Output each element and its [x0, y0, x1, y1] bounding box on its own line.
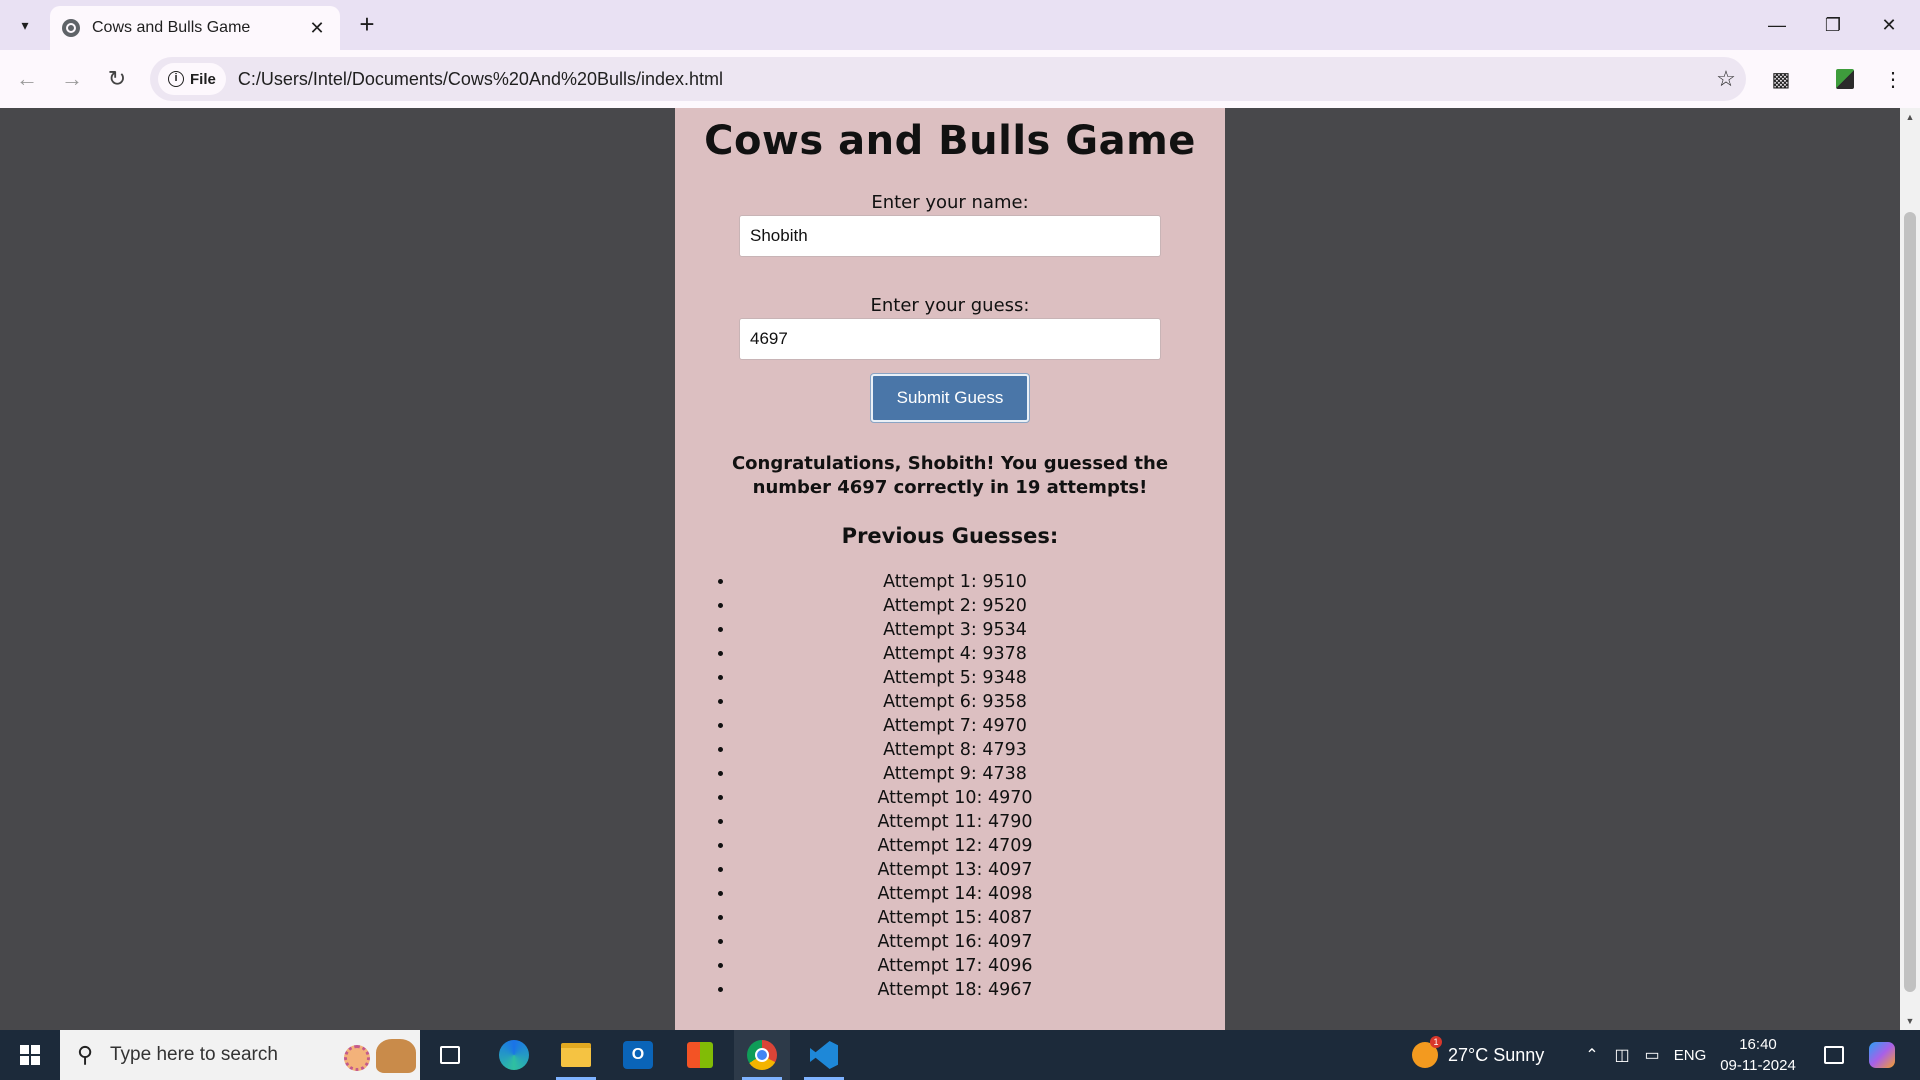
taskbar-outlook[interactable]: O [610, 1030, 666, 1080]
address-bar[interactable]: i File C:/Users/Intel/Documents/Cows%20A… [150, 57, 1746, 101]
copilot-button[interactable] [1862, 1030, 1902, 1080]
chrome-icon [747, 1040, 777, 1070]
guess-label: Enter your guess: [870, 295, 1030, 316]
copilot-icon [1869, 1042, 1895, 1068]
game-container: Cows and Bulls Game Enter your name: Ent… [675, 108, 1225, 1030]
sun-icon: 1 [1412, 1036, 1442, 1068]
attempt-item: Attempt 3: 9534 [735, 618, 1175, 642]
window-close-icon[interactable]: ✕ [1866, 8, 1912, 42]
search-icon: ⚲ [76, 1042, 94, 1067]
bookmark-star-icon[interactable]: ☆ [1706, 66, 1746, 92]
outlook-icon: O [623, 1041, 653, 1069]
taskbar-edge[interactable] [486, 1030, 542, 1080]
notification-icon [1824, 1046, 1844, 1064]
reload-icon[interactable]: ↻ [100, 62, 134, 96]
taskbar-clock[interactable]: 16:40 09-11-2024 [1712, 1034, 1804, 1076]
language-indicator[interactable]: ENG [1670, 1030, 1710, 1080]
attempt-item: Attempt 12: 4709 [735, 834, 1175, 858]
url-text[interactable]: C:/Users/Intel/Documents/Cows%20And%20Bu… [238, 69, 1706, 90]
tab-search-chevron-icon[interactable]: ▾ [8, 8, 42, 42]
extensions-puzzle-icon[interactable]: ▩ [1764, 62, 1798, 96]
site-info-chip[interactable]: i File [158, 63, 226, 95]
scroll-up-arrow-icon[interactable]: ▲ [1900, 108, 1920, 126]
search-highlight-illustration [336, 1033, 420, 1077]
taskbar-file-explorer[interactable] [548, 1030, 604, 1080]
vscode-icon [810, 1041, 838, 1069]
result-message: Congratulations, Shobith! You guessed th… [731, 453, 1169, 498]
menu-kebab-icon[interactable]: ⋮ [1876, 62, 1910, 96]
browser-tab[interactable]: Cows and Bulls Game ✕ [50, 6, 340, 50]
show-hidden-icons-chevron-icon[interactable]: ⌃ [1578, 1030, 1606, 1080]
attempt-item: Attempt 16: 4097 [735, 930, 1175, 954]
tab-close-icon[interactable]: ✕ [306, 18, 328, 39]
submit-guess-button[interactable]: Submit Guess [871, 374, 1029, 422]
attempt-item: Attempt 18: 4967 [735, 978, 1175, 1002]
clock-date: 09-11-2024 [1720, 1057, 1796, 1074]
store-icon [687, 1042, 713, 1068]
minimize-icon[interactable]: — [1754, 8, 1800, 42]
name-label: Enter your name: [871, 192, 1029, 213]
search-placeholder: Type here to search [110, 1044, 278, 1065]
windows-taskbar: ⚲ Type here to search O 1 27°C Sunny ⌃ ◫… [0, 1030, 1920, 1080]
name-input[interactable] [739, 215, 1161, 257]
edge-icon [499, 1040, 529, 1070]
attempt-item: Attempt 4: 9378 [735, 642, 1175, 666]
info-icon: i [168, 71, 184, 87]
attempt-item: Attempt 1: 9510 [735, 570, 1175, 594]
start-button[interactable] [0, 1030, 60, 1080]
meet-now-icon[interactable]: ◫ [1608, 1030, 1636, 1080]
profile-icon [1836, 69, 1854, 89]
scrollbar-thumb[interactable] [1904, 212, 1916, 992]
windows-logo-icon [20, 1045, 40, 1065]
forward-arrow-icon[interactable]: → [55, 62, 89, 96]
weather-text: 27°C Sunny [1448, 1044, 1545, 1065]
battery-icon[interactable]: ▭ [1638, 1030, 1666, 1080]
weather-alert-badge: 1 [1430, 1036, 1442, 1048]
task-view-button[interactable] [422, 1030, 478, 1080]
site-chip-label: File [190, 70, 216, 88]
task-view-icon [440, 1046, 460, 1064]
browser-toolbar: ← → ↻ i File C:/Users/Intel/Documents/Co… [0, 50, 1920, 108]
new-tab-button[interactable]: + [352, 10, 382, 40]
scroll-down-arrow-icon[interactable]: ▼ [1900, 1012, 1920, 1030]
weather-widget[interactable]: 1 27°C Sunny [1412, 1030, 1544, 1080]
tab-title: Cows and Bulls Game [92, 19, 251, 36]
page-viewport: Cows and Bulls Game Enter your name: Ent… [0, 108, 1900, 1030]
previous-guesses-list: Attempt 1: 9510Attempt 2: 9520Attempt 3:… [735, 570, 1175, 1002]
attempt-item: Attempt 17: 4096 [735, 954, 1175, 978]
globe-icon [62, 19, 80, 37]
attempt-item: Attempt 10: 4970 [735, 786, 1175, 810]
attempt-item: Attempt 11: 4790 [735, 810, 1175, 834]
clock-time: 16:40 [1739, 1036, 1777, 1053]
page-scrollbar[interactable]: ▲ ▼ [1900, 108, 1920, 1030]
attempt-item: Attempt 14: 4098 [735, 882, 1175, 906]
page-title: Cows and Bulls Game [704, 118, 1196, 164]
notifications-button[interactable] [1814, 1030, 1854, 1080]
previous-guesses-heading: Previous Guesses: [841, 524, 1059, 548]
folder-icon [561, 1043, 591, 1067]
taskbar-store[interactable] [672, 1030, 728, 1080]
profile-avatar[interactable] [1828, 62, 1862, 96]
attempt-item: Attempt 6: 9358 [735, 690, 1175, 714]
attempt-item: Attempt 5: 9348 [735, 666, 1175, 690]
taskbar-vscode[interactable] [796, 1030, 852, 1080]
tab-strip: ▾ Cows and Bulls Game ✕ + — ❐ ✕ [0, 0, 1920, 50]
attempt-item: Attempt 15: 4087 [735, 906, 1175, 930]
restore-icon[interactable]: ❐ [1810, 8, 1856, 42]
back-arrow-icon[interactable]: ← [10, 62, 44, 96]
attempt-item: Attempt 2: 9520 [735, 594, 1175, 618]
attempt-item: Attempt 13: 4097 [735, 858, 1175, 882]
attempt-item: Attempt 7: 4970 [735, 714, 1175, 738]
taskbar-chrome[interactable] [734, 1030, 790, 1080]
attempt-item: Attempt 9: 4738 [735, 762, 1175, 786]
attempt-item: Attempt 8: 4793 [735, 738, 1175, 762]
taskbar-search-box[interactable]: ⚲ Type here to search [60, 1030, 420, 1080]
guess-input[interactable] [739, 318, 1161, 360]
